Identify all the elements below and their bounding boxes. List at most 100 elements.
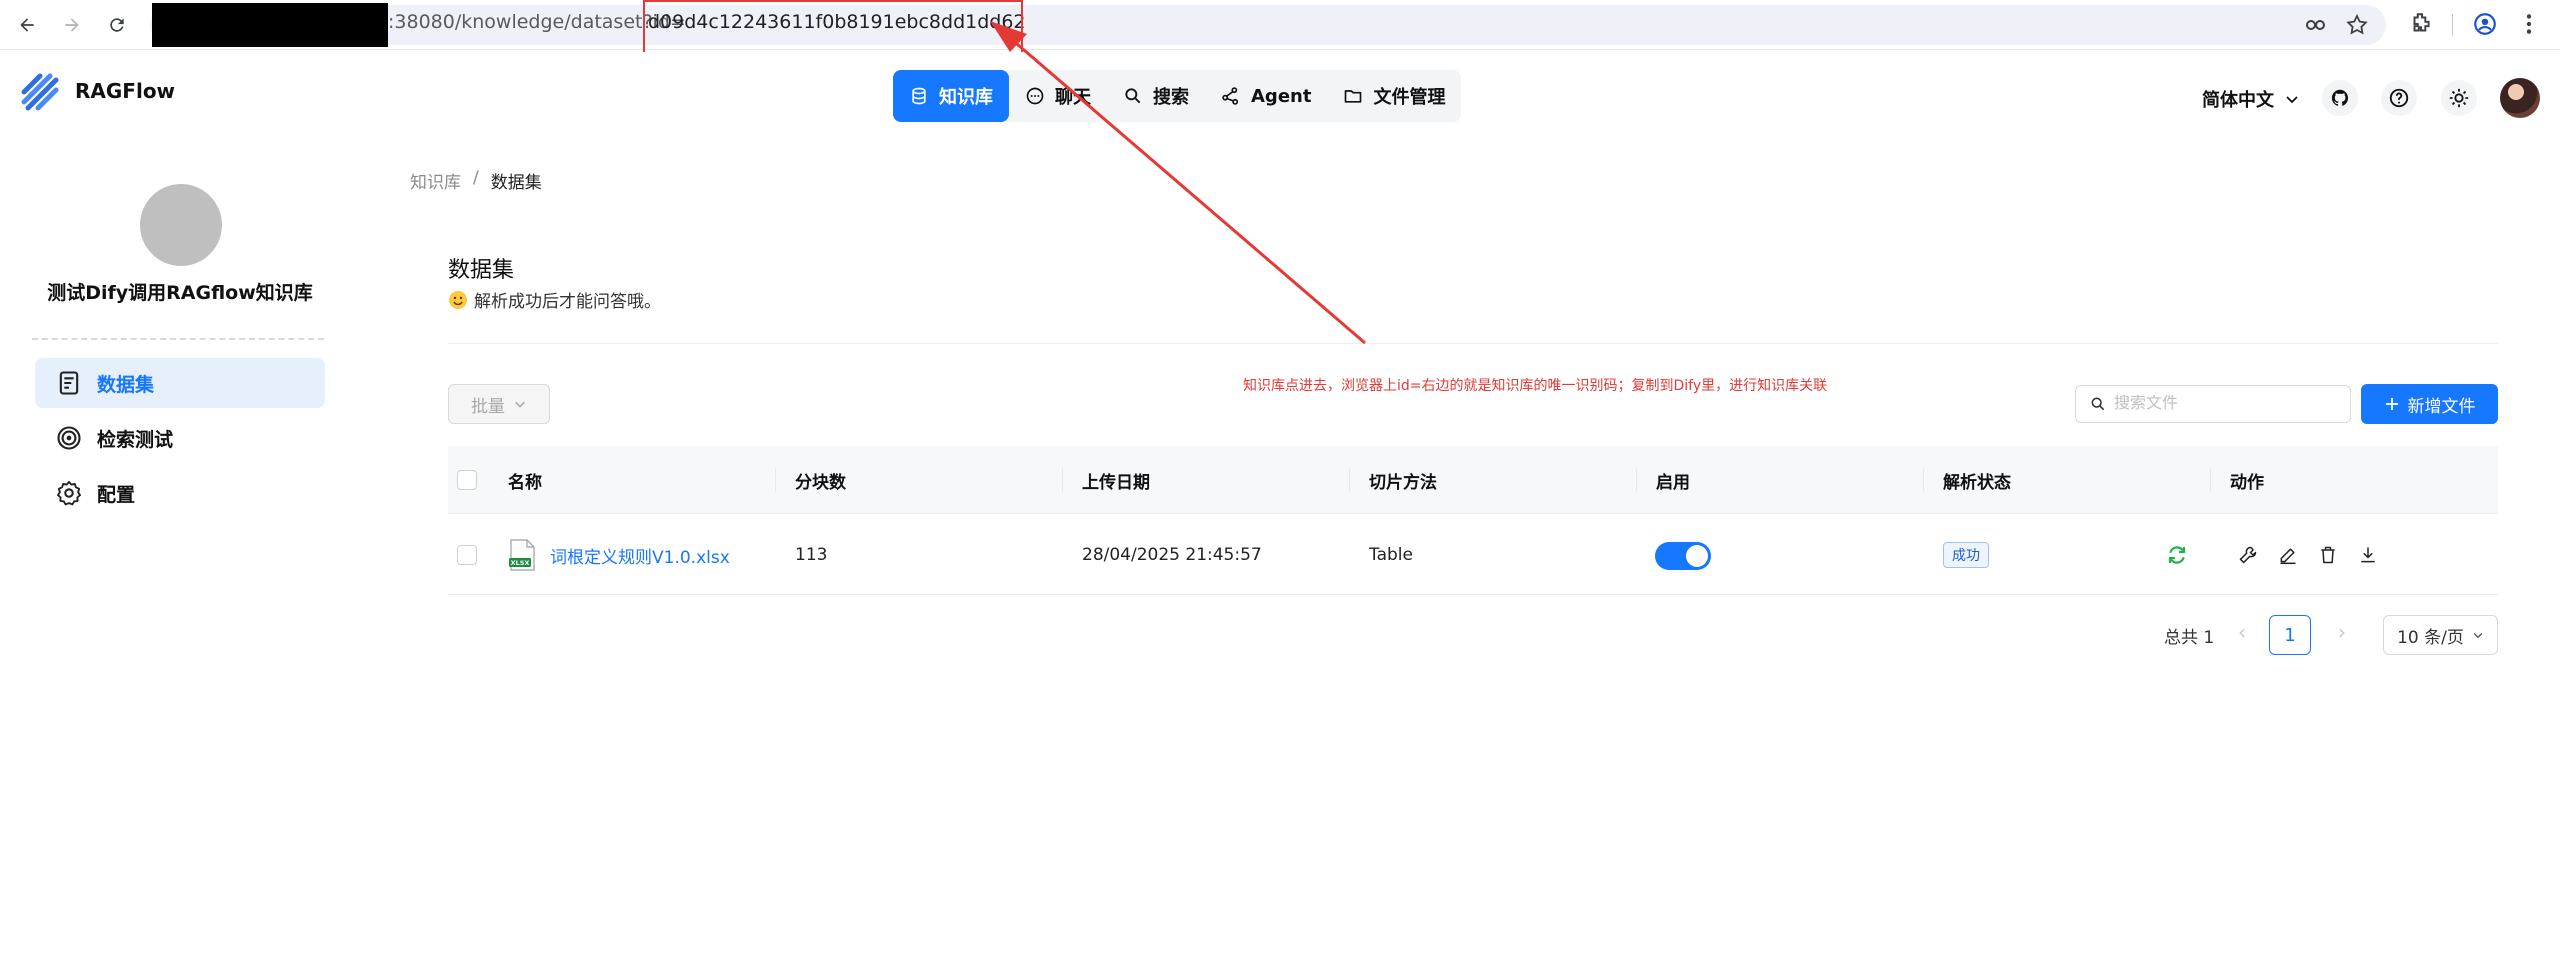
nav-tab-label: 聊天 xyxy=(1055,87,1091,108)
delete-icon[interactable] xyxy=(2318,545,2338,565)
nav-tab-label: 搜索 xyxy=(1153,87,1189,108)
nav-tab-files[interactable]: 文件管理 xyxy=(1327,70,1461,122)
enable-toggle[interactable] xyxy=(1655,542,1711,570)
sidebar-item-label: 配置 xyxy=(97,483,136,506)
chunk-method: Table xyxy=(1369,545,1413,565)
edit-icon[interactable] xyxy=(2278,545,2298,565)
column-separator xyxy=(1062,468,1063,492)
github-icon[interactable] xyxy=(2322,80,2358,116)
chunk-count: 113 xyxy=(795,545,828,565)
reparse-icon[interactable] xyxy=(2165,543,2189,567)
chevron-down-icon xyxy=(2473,633,2483,639)
smile-emoji-icon xyxy=(449,290,467,309)
annotation-note: 知识库点进去，浏览器上id=右边的就是知识库的唯一识别码；复制到Dify里，进行… xyxy=(1243,378,1828,394)
password-key-icon[interactable] xyxy=(2304,13,2328,37)
plus-icon xyxy=(2385,398,2398,410)
sidebar-item-settings[interactable]: 配置 xyxy=(35,468,325,518)
bulk-label: 批量 xyxy=(471,396,505,417)
breadcrumb-separator: / xyxy=(473,168,479,188)
column-header-enabled[interactable]: 启用 xyxy=(1656,446,1690,514)
nav-tab-agent[interactable]: Agent xyxy=(1205,70,1327,122)
star-icon[interactable] xyxy=(2345,13,2369,37)
theme-sun-icon[interactable] xyxy=(2441,80,2477,116)
column-header-name[interactable]: 名称 xyxy=(508,446,542,514)
wrench-icon[interactable] xyxy=(2238,545,2258,565)
download-icon[interactable] xyxy=(2358,545,2378,565)
app-header: RAGFlow 知识库 聊天 搜索 Agent 文件管理 简体中文 xyxy=(0,52,2560,142)
nav-tab-search[interactable]: 搜索 xyxy=(1107,70,1205,122)
table-row: XLSX 词根定义规则V1.0.xlsx 113 28/04/2025 21:4… xyxy=(448,515,2498,595)
add-file-label: 新增文件 xyxy=(2407,396,2476,417)
column-separator xyxy=(1923,468,1924,492)
bulk-button[interactable]: 批量 xyxy=(448,384,550,424)
nav-tab-chat[interactable]: 聊天 xyxy=(1009,70,1107,122)
top-nav: 知识库 聊天 搜索 Agent 文件管理 xyxy=(893,70,1462,122)
page-size-select[interactable]: 10 条/页 xyxy=(2383,615,2498,655)
database-icon xyxy=(912,87,926,105)
upload-date: 28/04/2025 21:45:57 xyxy=(1082,545,1262,565)
column-separator xyxy=(1349,468,1350,492)
annotation-highlight-box xyxy=(643,0,1023,54)
column-separator xyxy=(2210,468,2211,492)
search-input[interactable] xyxy=(2114,395,2334,413)
ragflow-logo[interactable] xyxy=(20,72,62,114)
knowledge-base-name: 测试Dify调用RAGflow知识库 xyxy=(47,282,313,304)
nav-tab-label: Agent xyxy=(1251,85,1312,107)
page-title: 数据集 xyxy=(448,258,515,283)
redacted-host xyxy=(152,3,388,47)
page-description: 解析成功后才能问答哦。 xyxy=(448,287,661,312)
toolbar-divider xyxy=(2452,14,2453,36)
file-name-link[interactable]: 词根定义规则V1.0.xlsx xyxy=(550,543,730,568)
file-search[interactable] xyxy=(2075,385,2351,423)
browser-toolbar: :38080/knowledge/dataset?id= d09d4c12243… xyxy=(0,0,2560,54)
content-divider xyxy=(448,343,2498,344)
gear-icon xyxy=(56,480,82,506)
file-name-cell: XLSX 词根定义规则V1.0.xlsx xyxy=(508,515,730,595)
menu-icon[interactable] xyxy=(2516,11,2542,37)
column-header-status[interactable]: 解析状态 xyxy=(1943,446,2011,514)
breadcrumb-current: 数据集 xyxy=(490,173,542,193)
column-header-method[interactable]: 切片方法 xyxy=(1369,446,1437,514)
pagination-total: 总共 1 xyxy=(2164,628,2215,648)
sidebar-item-label: 数据集 xyxy=(97,373,155,396)
svg-text:XLSX: XLSX xyxy=(511,559,530,567)
nav-tab-knowledge[interactable]: 知识库 xyxy=(893,70,1009,122)
sidebar: 测试Dify调用RAGflow知识库 数据集 检索测试 配置 xyxy=(0,144,360,961)
back-icon[interactable] xyxy=(12,10,42,40)
sidebar-item-retrieval-test[interactable]: 检索测试 xyxy=(35,413,325,463)
table-header: 名称 分块数 上传日期 切片方法 启用 解析状态 动作 xyxy=(448,446,2498,514)
sidebar-item-dataset[interactable]: 数据集 xyxy=(35,358,325,408)
pagination-next-icon[interactable]: › xyxy=(2330,620,2354,650)
knowledge-base-avatar xyxy=(140,184,222,266)
profile-icon[interactable] xyxy=(2472,11,2498,37)
description-text: 解析成功后才能问答哦。 xyxy=(474,292,661,312)
extensions-icon[interactable] xyxy=(2408,11,2434,37)
document-icon xyxy=(59,371,79,395)
forward-icon[interactable] xyxy=(57,10,87,40)
breadcrumb: 知识库 / 数据集 xyxy=(410,168,542,193)
column-separator xyxy=(1636,468,1637,492)
column-header-chunks[interactable]: 分块数 xyxy=(795,446,846,514)
brand-name[interactable]: RAGFlow xyxy=(75,79,175,103)
search-icon xyxy=(2091,397,2105,411)
pagination-prev-icon[interactable]: ‹ xyxy=(2230,620,2254,650)
help-icon[interactable] xyxy=(2381,80,2417,116)
row-checkbox[interactable] xyxy=(457,545,477,565)
language-select[interactable]: 简体中文 xyxy=(2202,86,2300,112)
url-host-text: :38080/knowledge/dataset?id= xyxy=(388,11,686,33)
select-all-checkbox[interactable] xyxy=(457,470,477,490)
pagination-page[interactable]: 1 xyxy=(2269,615,2311,655)
add-file-button[interactable]: 新增文件 xyxy=(2361,384,2498,424)
chat-icon xyxy=(1026,87,1044,105)
user-avatar[interactable] xyxy=(2500,78,2540,118)
status-badge: 成功 xyxy=(1943,542,1989,568)
column-header-upload-date[interactable]: 上传日期 xyxy=(1082,446,1150,514)
language-label: 简体中文 xyxy=(2202,90,2274,111)
breadcrumb-knowledge[interactable]: 知识库 xyxy=(410,168,461,193)
xlsx-file-icon: XLSX xyxy=(509,539,535,571)
agent-icon xyxy=(1222,87,1239,105)
reload-icon[interactable] xyxy=(102,10,132,40)
nav-tab-label: 文件管理 xyxy=(1373,87,1446,108)
sidebar-divider xyxy=(32,338,324,340)
sidebar-item-label: 检索测试 xyxy=(97,428,174,451)
